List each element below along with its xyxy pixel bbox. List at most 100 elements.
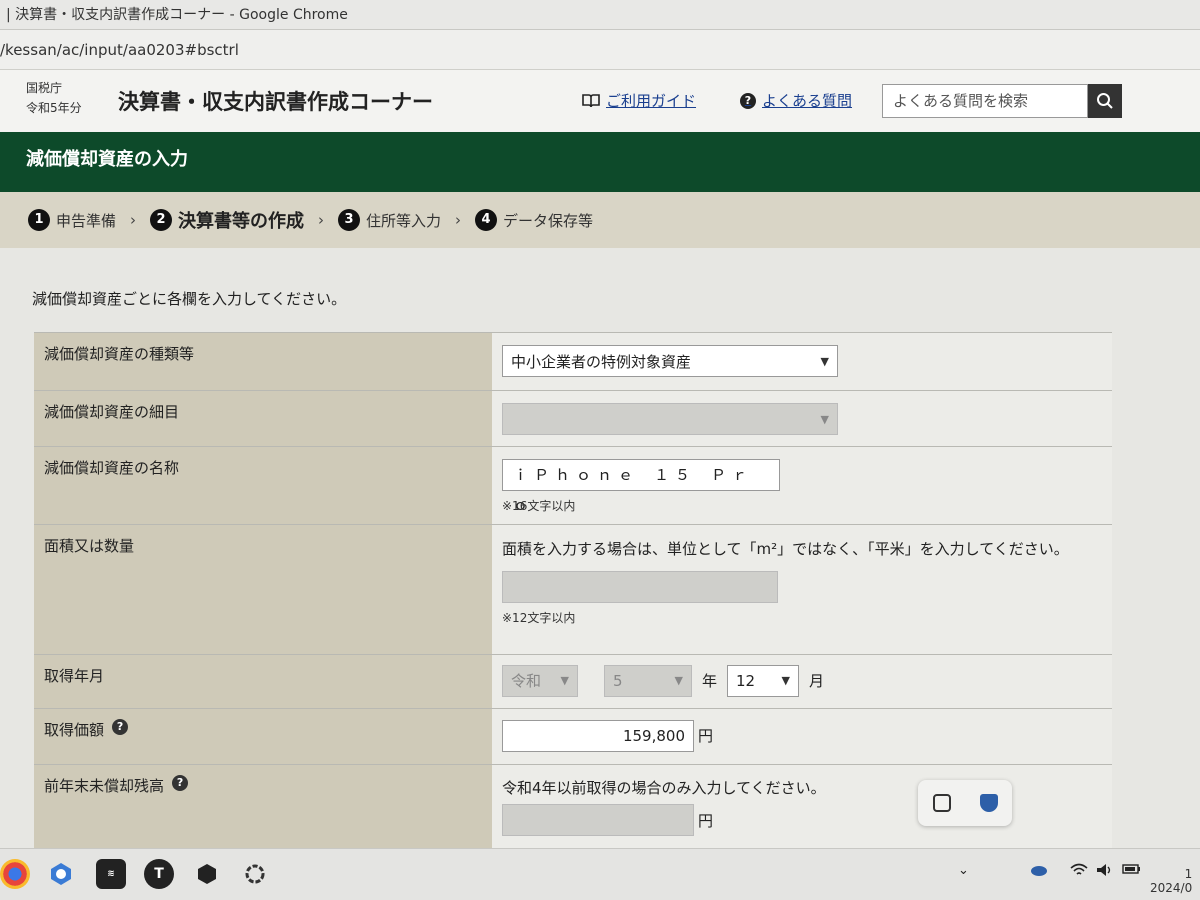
name-label: 減価償却資産の名称	[34, 447, 492, 524]
system-clock[interactable]: 1 2024/0	[1150, 867, 1192, 895]
step-label: 住所等入力	[366, 211, 442, 230]
app-icon[interactable]	[192, 859, 222, 889]
clock-date: 2024/0	[1150, 881, 1193, 895]
year-select[interactable]: 5 ▼	[604, 664, 692, 697]
acquisition-date-field: 令和 ▼ 5 ▼ 年 12 ▼ 月	[492, 655, 1112, 708]
area-help-text: 面積を入力する場合は、単位として「m²」ではなく、「平米」を入力してください。	[502, 540, 1069, 558]
balance-input[interactable]	[502, 804, 694, 836]
step-2: 2 決算書等の作成	[150, 207, 304, 233]
balance-unit: 円	[698, 811, 714, 830]
area-field: 面積を入力する場合は、単位として「m²」ではなく、「平米」を入力してください。 …	[492, 525, 1112, 654]
chevron-down-icon: ▼	[820, 412, 829, 426]
volume-icon[interactable]	[1096, 863, 1114, 881]
asset-name-input[interactable]: ｉＰｈｏｎｅ １５ Ｐｒｏ	[502, 459, 780, 514]
battery-icon-glyph	[1122, 864, 1140, 874]
ring-icon	[245, 864, 265, 884]
chevron-right-icon: ›	[455, 211, 462, 229]
name-field: ｉＰｈｏｎｅ １５ Ｐｒｏ ※16文字以内	[492, 447, 1112, 524]
floating-extension-widget	[918, 780, 1012, 826]
form-row-price: 取得価額 ? 159,800 円	[34, 708, 1112, 764]
site-header: 国税庁 令和5年分 決算書・収支内訳書作成コーナー ご利用ガイド ? よくある質…	[0, 70, 1200, 132]
price-input[interactable]: 159,800	[502, 719, 694, 752]
window-title-bar: | 決算書・収支内訳書作成コーナー - Google Chrome	[0, 0, 1200, 30]
app-icon[interactable]: T	[144, 859, 174, 889]
chevron-right-icon: ›	[318, 211, 325, 229]
price-label-text: 取得価額	[44, 721, 105, 739]
balance-help-text: 令和4年以前取得の場合のみ入力してください。	[502, 779, 826, 797]
month-unit: 月	[809, 672, 825, 690]
wifi-icon[interactable]	[1070, 863, 1088, 881]
app-icon[interactable]: ≋	[96, 859, 126, 889]
type-label-text: 減価償却資産の種類等	[44, 345, 195, 363]
main-content: 減価償却資産ごとに各欄を入力してください。 減価償却資産の種類等 中小企業者の特…	[0, 248, 1200, 850]
search-button[interactable]	[1088, 84, 1122, 118]
chevron-up-icon[interactable]: ⌄	[958, 863, 969, 878]
search-input[interactable]: よくある質問を検索	[882, 84, 1088, 118]
step-4: 4 データ保存等	[475, 209, 593, 231]
address-bar[interactable]: /kessan/ac/input/aa0203#bsctrl	[0, 30, 1200, 70]
area-input[interactable]	[502, 571, 778, 603]
faq-link[interactable]: ? よくある質問	[740, 90, 852, 111]
step-indicator: 1 申告準備 › 2 決算書等の作成 › 3 住所等入力 › 4 データ保存等	[0, 192, 1200, 248]
type-label: 減価償却資産の種類等	[34, 333, 492, 390]
month-select[interactable]: 12 ▼	[727, 664, 800, 697]
form-row-acquisition-date: 取得年月 令和 ▼ 5 ▼ 年 12 ▼ 月	[34, 654, 1112, 708]
question-icon: ?	[740, 92, 756, 109]
form-row-area: 面積又は数量 面積を入力する場合は、単位として「m²」ではなく、「平米」を入力し…	[34, 524, 1112, 654]
form-row-name: 減価償却資産の名称 ｉＰｈｏｎｅ １５ Ｐｒｏ ※16文字以内	[34, 446, 1112, 524]
price-field: 159,800 円	[492, 709, 1112, 764]
faq-label[interactable]: よくある質問	[762, 90, 852, 111]
guide-link[interactable]: ご利用ガイド	[582, 90, 696, 111]
onedrive-icon[interactable]	[1030, 863, 1048, 881]
name-label-text: 減価償却資産の名称	[44, 459, 180, 477]
chevron-down-icon: ▼	[674, 674, 683, 687]
detail-select[interactable]: ▼	[502, 403, 838, 435]
search-icon	[1097, 93, 1113, 109]
page-title: 減価償却資産の入力	[26, 149, 188, 170]
year-select-value: 5	[613, 671, 623, 690]
speaker-icon	[1097, 864, 1111, 876]
type-field: 中小企業者の特例対象資産 ▼	[492, 333, 1112, 390]
era-select-value: 令和	[511, 672, 542, 690]
area-label-text: 面積又は数量	[44, 537, 135, 555]
month-select-value: 12	[736, 671, 756, 690]
balance-field: 令和4年以前取得の場合のみ入力してください。 円	[492, 765, 1112, 850]
shield-icon[interactable]	[979, 794, 998, 812]
intro-text: 減価償却資産ごとに各欄を入力してください。	[32, 290, 347, 308]
agency-name: 国税庁	[26, 81, 63, 95]
detail-label-text: 減価償却資産の細目	[44, 403, 180, 421]
page-banner: 減価償却資産の入力	[0, 132, 1200, 192]
step-number: 3	[338, 209, 361, 231]
balance-input-group: 円	[502, 804, 1102, 836]
battery-icon[interactable]	[1122, 863, 1142, 879]
detail-label: 減価償却資産の細目	[34, 391, 492, 446]
name-length-note: ※16文字以内	[502, 499, 576, 513]
cloud-icon	[1031, 866, 1047, 876]
step-number: 2	[150, 209, 173, 231]
book-icon	[582, 93, 600, 107]
extension-icon[interactable]	[932, 794, 951, 812]
help-icon[interactable]: ?	[172, 775, 189, 791]
chevron-down-icon: ▼	[781, 674, 791, 687]
agency-block: 国税庁 令和5年分	[26, 78, 82, 118]
window-title: | 決算書・収支内訳書作成コーナー - Google Chrome	[6, 7, 348, 23]
chrome-icon[interactable]	[0, 859, 30, 889]
form-row-detail: 減価償却資産の細目 ▼	[34, 390, 1112, 446]
step-1: 1 申告準備	[28, 209, 116, 231]
acquisition-date-label: 取得年月	[34, 655, 492, 708]
era-select[interactable]: 令和 ▼	[502, 664, 578, 697]
type-select[interactable]: 中小企業者の特例対象資産 ▼	[502, 345, 838, 377]
cube-icon	[198, 864, 216, 884]
url-text[interactable]: /kessan/ac/input/aa0203#bsctrl	[0, 41, 239, 59]
app-icon[interactable]	[46, 859, 76, 889]
balance-label: 前年末未償却残高 ?	[34, 765, 492, 850]
app-icon[interactable]	[240, 859, 270, 889]
balance-label-text: 前年末未償却残高	[44, 777, 165, 795]
help-icon[interactable]: ?	[112, 719, 129, 735]
price-label: 取得価額 ?	[34, 709, 492, 764]
chevron-down-icon: ▼	[820, 354, 829, 368]
app-icon-glyph	[51, 863, 71, 885]
guide-label[interactable]: ご利用ガイド	[606, 90, 696, 111]
price-unit: 円	[698, 727, 714, 745]
step-number: 4	[475, 209, 498, 231]
